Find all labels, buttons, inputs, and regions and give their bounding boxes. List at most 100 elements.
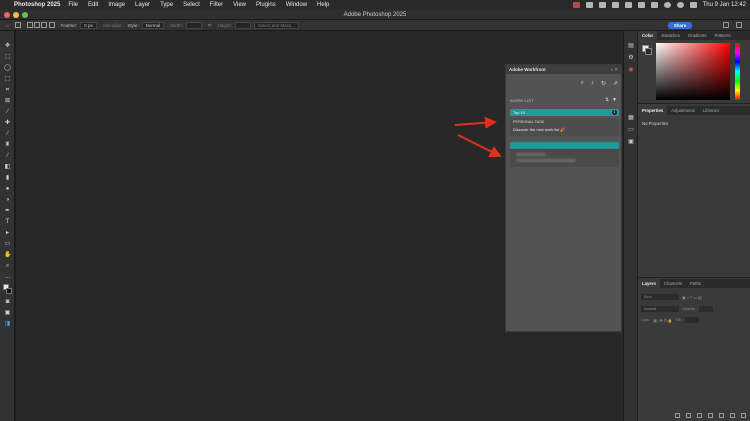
- opacity-input[interactable]: [698, 306, 713, 312]
- history-panel-icon[interactable]: ▤: [627, 43, 635, 50]
- menu-select[interactable]: Select: [183, 2, 200, 8]
- tab-gradients[interactable]: Gradients: [684, 31, 711, 40]
- menu-app-name[interactable]: Photoshop 2025: [14, 2, 60, 8]
- chat-panel-icon[interactable]: ▭: [627, 127, 635, 134]
- type-tool-icon[interactable]: T: [4, 219, 11, 225]
- pen-tool-icon[interactable]: ✒: [4, 208, 11, 214]
- menu-filter[interactable]: Filter: [210, 2, 223, 8]
- open-external-icon[interactable]: ⇗: [613, 80, 618, 87]
- control-center-icon[interactable]: [689, 2, 697, 8]
- filter-type-icons[interactable]: ▣ ◑ T ▭ ▤: [682, 295, 701, 300]
- tools-panel-icon[interactable]: ⚙: [627, 55, 635, 62]
- menu-file[interactable]: File: [68, 2, 78, 8]
- share-button[interactable]: Share: [668, 22, 692, 29]
- quick-mask-icon[interactable]: ◙: [4, 299, 11, 305]
- selection-mode-icons[interactable]: [26, 22, 55, 28]
- tab-layers[interactable]: Layers: [638, 279, 660, 288]
- hand-tool-icon[interactable]: ✋: [4, 252, 11, 258]
- close-window-icon[interactable]: [4, 12, 10, 18]
- marquee-tool-preset-icon[interactable]: [14, 22, 21, 28]
- tab-patterns[interactable]: Patterns: [711, 31, 735, 40]
- lasso-tool-icon[interactable]: ◯: [4, 65, 11, 71]
- background-color-swatch[interactable]: [6, 288, 12, 294]
- object-selection-tool-icon[interactable]: ⬚: [4, 76, 11, 82]
- battery-icon[interactable]: [650, 2, 658, 8]
- move-tool-icon[interactable]: ✥: [4, 43, 11, 49]
- status-app-icon[interactable]: [572, 2, 580, 8]
- menu-view[interactable]: View: [233, 2, 246, 8]
- mask-icon[interactable]: [697, 413, 702, 418]
- menu-type[interactable]: Type: [160, 2, 173, 8]
- tab-color[interactable]: Color: [638, 31, 658, 40]
- minimize-window-icon[interactable]: [13, 12, 19, 18]
- tab-channels[interactable]: Channels: [660, 279, 686, 288]
- status-app-icon[interactable]: [624, 2, 632, 8]
- screen-mode-icon[interactable]: ▣: [4, 310, 11, 316]
- marquee-tool-icon[interactable]: ⬚: [4, 54, 11, 60]
- wifi-icon[interactable]: [663, 2, 671, 8]
- notifications-icon[interactable]: ♪: [591, 80, 594, 87]
- status-app-icon[interactable]: [585, 2, 593, 8]
- tab-properties[interactable]: Properties: [638, 106, 668, 115]
- status-app-icon[interactable]: [598, 2, 606, 8]
- height-input[interactable]: [234, 21, 251, 29]
- search-icon[interactable]: [723, 22, 729, 28]
- gradient-tool-icon[interactable]: ▮: [4, 175, 11, 181]
- filter-icon[interactable]: ▼: [612, 97, 617, 103]
- hue-slider[interactable]: [735, 43, 740, 100]
- brush-tool-icon[interactable]: ∕: [4, 131, 11, 137]
- antialias-checkbox[interactable]: Anti-alias: [103, 23, 122, 28]
- zoom-tool-icon[interactable]: ⌕: [4, 263, 11, 269]
- menu-layer[interactable]: Layer: [135, 2, 150, 8]
- refresh-icon[interactable]: ↻: [601, 80, 606, 87]
- trash-icon[interactable]: [741, 413, 746, 418]
- color-picker-field[interactable]: [656, 43, 730, 100]
- fx-icon[interactable]: [686, 413, 691, 418]
- work-list-item[interactable]: PERSONAL TASK Discover the new work list…: [510, 118, 619, 136]
- search-icon[interactable]: [676, 2, 684, 8]
- group-icon[interactable]: [719, 413, 724, 418]
- dodge-tool-icon[interactable]: ◑: [4, 197, 11, 203]
- work-list-group-header[interactable]: Top 10 1: [510, 109, 619, 116]
- healing-brush-tool-icon[interactable]: ✚: [4, 120, 11, 126]
- swap-icon[interactable]: ⇄: [208, 22, 212, 28]
- lock-icons[interactable]: ▦ ∕ ✥ ⊡ 🔒: [653, 318, 673, 323]
- tab-paths[interactable]: Paths: [686, 279, 705, 288]
- home-icon[interactable]: ⌂: [6, 23, 9, 28]
- notes-panel-icon[interactable]: ▣: [627, 139, 635, 146]
- panel-collapse-icon[interactable]: » ✕: [610, 67, 618, 73]
- menu-plugins[interactable]: Plugins: [256, 2, 276, 8]
- width-input[interactable]: [185, 21, 202, 29]
- menu-edit[interactable]: Edit: [88, 2, 98, 8]
- path-selection-tool-icon[interactable]: ▸: [4, 230, 11, 236]
- crop-tool-icon[interactable]: ⌗: [4, 87, 11, 93]
- rectangle-tool-icon[interactable]: ▭: [4, 241, 11, 247]
- tab-libraries[interactable]: Libraries: [699, 106, 723, 115]
- eyedropper-tool-icon[interactable]: ∕: [4, 109, 11, 115]
- blend-mode-select[interactable]: Normal: [641, 306, 679, 312]
- link-layers-icon[interactable]: [675, 413, 680, 418]
- blur-tool-icon[interactable]: ●: [4, 186, 11, 192]
- task-title[interactable]: Discover the new work list 🎉: [513, 127, 616, 132]
- edit-toolbar-icon[interactable]: …: [4, 274, 11, 280]
- layer-kind-select[interactable]: Kind: [641, 294, 679, 300]
- status-app-icon[interactable]: [611, 2, 619, 8]
- frame-tool-icon[interactable]: ⊠: [4, 98, 11, 104]
- fill-input[interactable]: [684, 317, 699, 323]
- comments-panel-icon[interactable]: ▦: [627, 115, 635, 122]
- work-list-group-header-blurred[interactable]: [510, 142, 619, 149]
- zoom-window-icon[interactable]: [22, 12, 28, 18]
- workfront-panel-icon[interactable]: ◉: [627, 67, 635, 74]
- search-icon[interactable]: ⌕: [581, 80, 584, 87]
- sort-icon[interactable]: ⇅: [605, 97, 609, 103]
- eraser-tool-icon[interactable]: ◧: [4, 164, 11, 170]
- menu-image[interactable]: Image: [108, 2, 125, 8]
- style-select[interactable]: Normal: [141, 21, 165, 29]
- clone-stamp-tool-icon[interactable]: ♜: [4, 142, 11, 148]
- select-and-mask-button[interactable]: Select and Mask...: [253, 21, 299, 29]
- adjustment-layer-icon[interactable]: [708, 413, 713, 418]
- new-layer-icon[interactable]: [730, 413, 735, 418]
- menu-help[interactable]: Help: [317, 2, 329, 8]
- background-swatch[interactable]: [645, 48, 652, 55]
- history-brush-tool-icon[interactable]: ∕: [4, 153, 11, 159]
